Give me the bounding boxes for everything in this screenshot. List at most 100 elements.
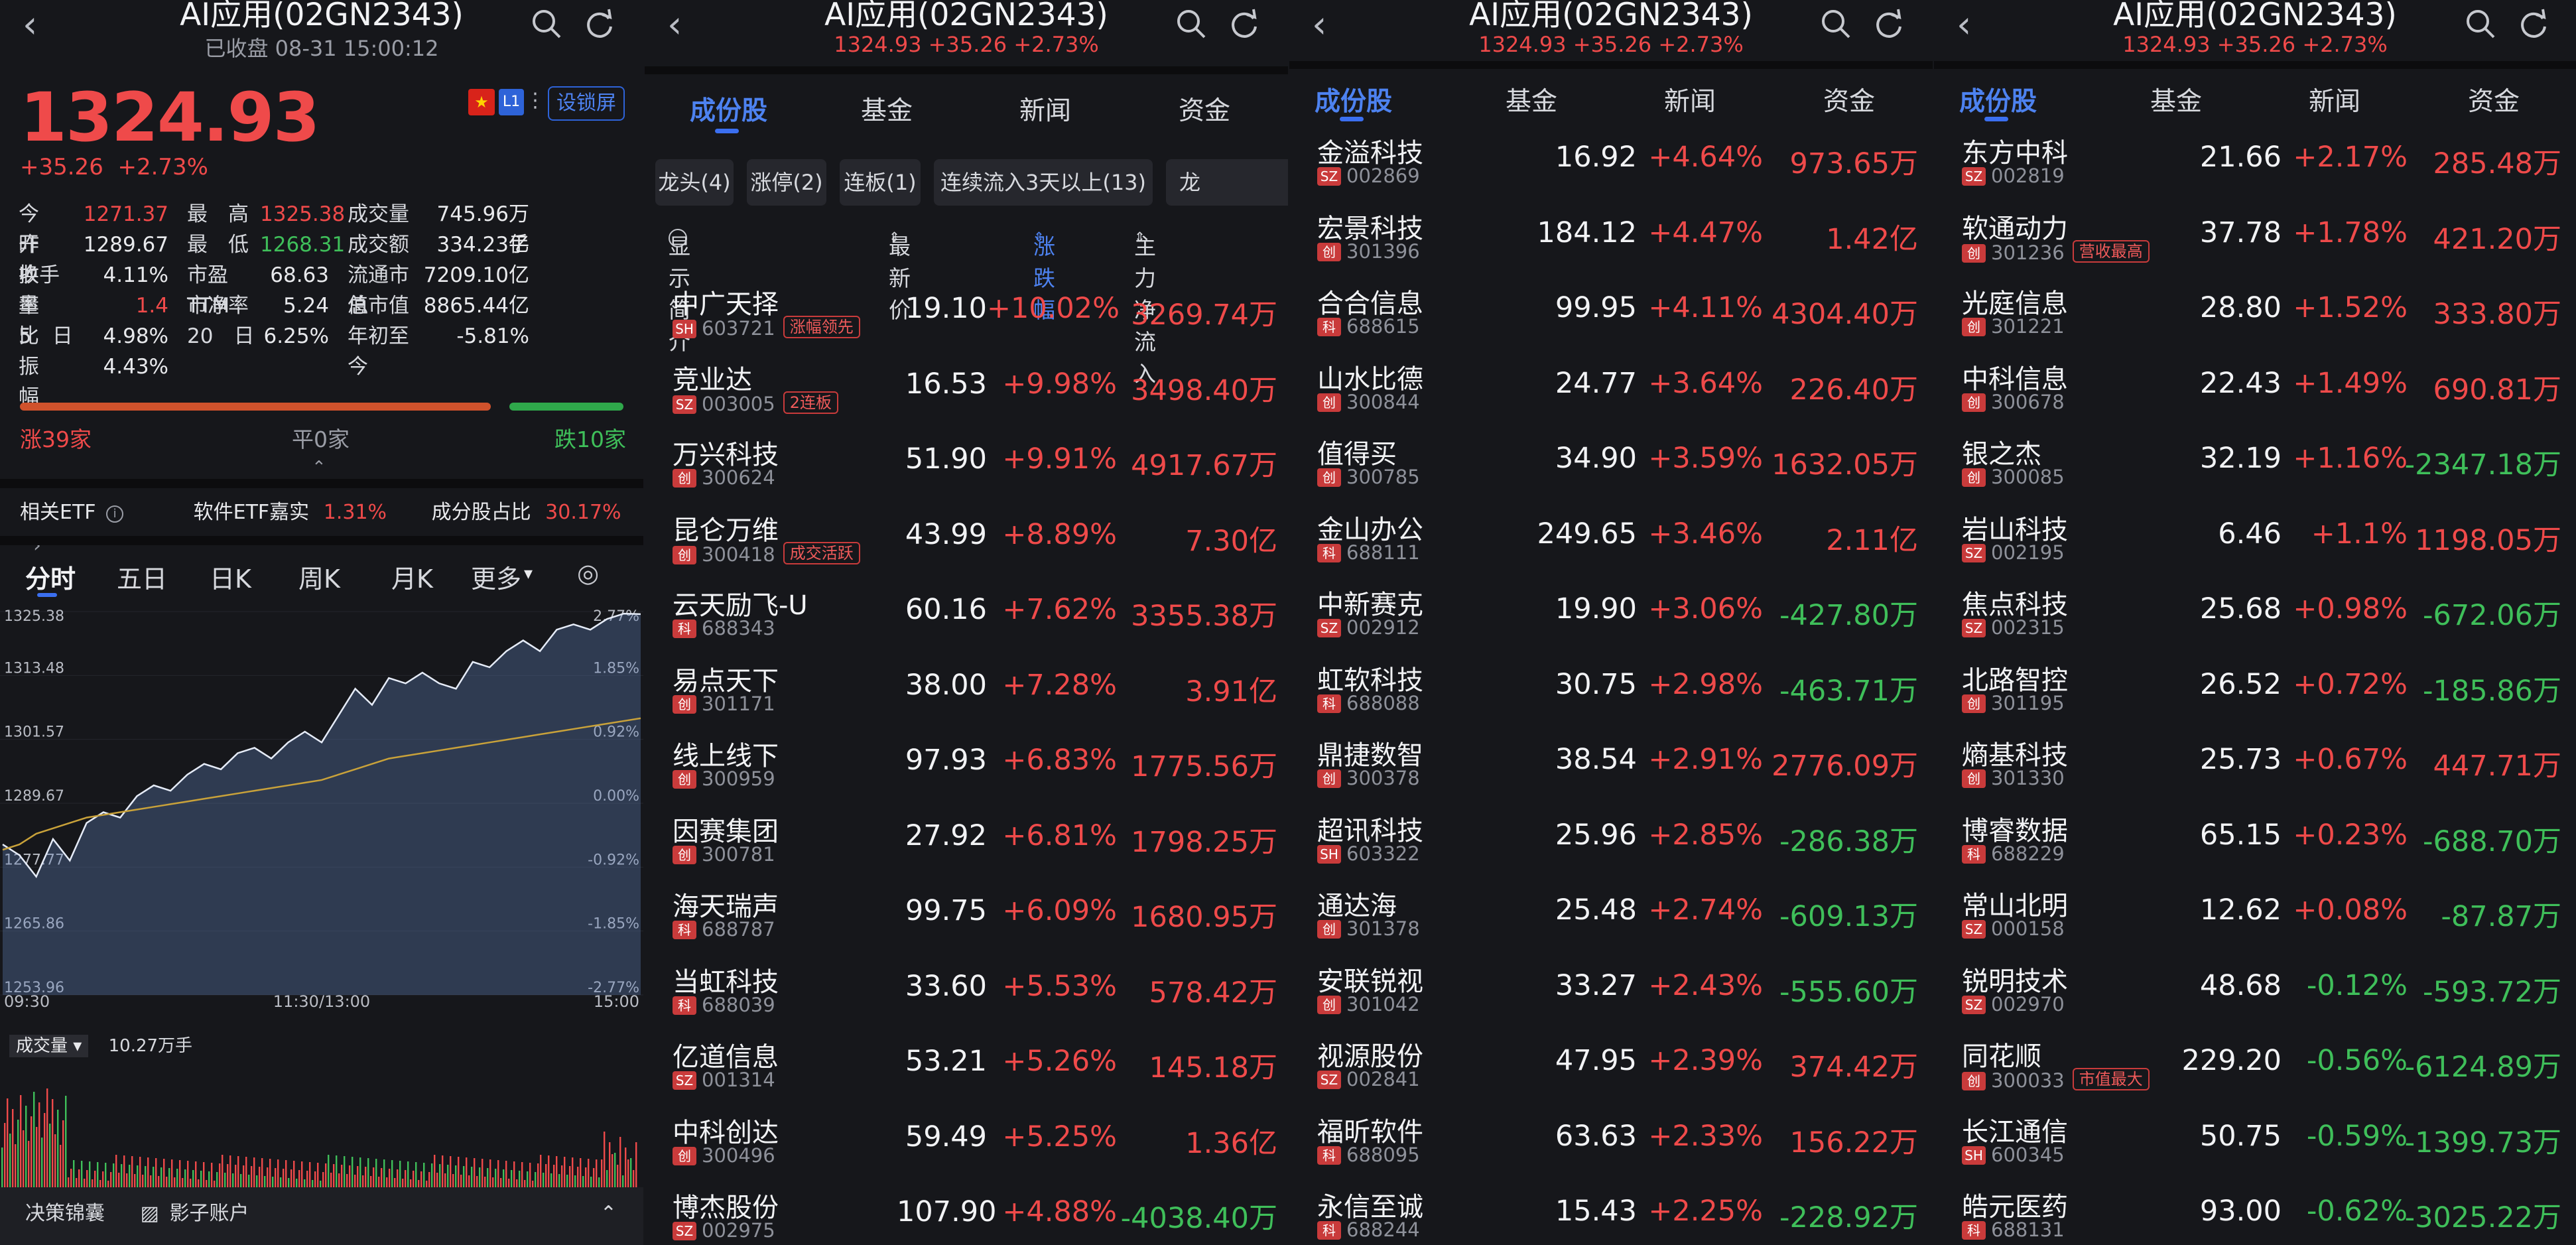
table-row[interactable]: 中科信息创 300678 22.43 +1.49% 690.81万: [1934, 352, 2576, 427]
table-row[interactable]: 锐明技术 SZ 002970 48.68 -0.12% -593.72万: [1934, 954, 2576, 1029]
table-row[interactable]: 博杰股份 SZ 002975 107.90 +4.88% -4038.40万: [645, 1181, 1288, 1245]
stock-code: 301330: [1991, 767, 2065, 789]
volume-bar: [362, 1175, 364, 1187]
tab-constituents[interactable]: 成份股: [1315, 81, 1392, 118]
table-row[interactable]: 竞业达 SZ 003005 2连板 16.53 +9.98% 3498.40万: [645, 353, 1288, 428]
table-row[interactable]: 中科创达创 300496 59.49 +5.25% 1.36亿: [645, 1106, 1288, 1181]
table-row[interactable]: 通达海创 301378 25.48 +2.74% -609.13万: [1289, 879, 1933, 954]
stock-main-flow: -555.60万: [1779, 975, 1918, 1009]
chip-limit-up[interactable]: 涨停(2): [747, 159, 826, 206]
tab-funds[interactable]: 基金: [2150, 81, 2202, 118]
table-row[interactable]: 博睿数据科 688229 65.15 +0.23% -688.70万: [1934, 804, 2576, 879]
table-row[interactable]: 东方中科 SZ 002819 21.66 +2.17% 285.48万: [1934, 126, 2576, 201]
stock-main-flow: 226.40万: [1789, 373, 1918, 407]
table-row[interactable]: 虹软科技科 688088 30.75 +2.98% -463.71万: [1289, 653, 1933, 728]
tab-constituents[interactable]: 成份股: [690, 90, 767, 127]
search-icon[interactable]: [1174, 7, 1208, 41]
table-row[interactable]: 值得买创 300785 34.90 +3.59% 1632.05万: [1289, 427, 1933, 502]
table-row[interactable]: 光庭信息创 301221 28.80 +1.52% 333.80万: [1934, 277, 2576, 352]
table-row[interactable]: 万兴科技创 300624 51.90 +9.91% 4917.67万: [645, 428, 1288, 503]
chart-settings-icon[interactable]: ◎: [577, 558, 599, 588]
intraday-chart[interactable]: 1325.38 2.77%1313.48 1.85%1301.57 0.92%1289…: [0, 597, 643, 1008]
table-row[interactable]: 当虹科技科 688039 33.60 +5.53% 578.42万: [645, 955, 1288, 1030]
chip-inflow-3days[interactable]: 连续流入3天以上(13): [934, 159, 1153, 206]
tab-capital[interactable]: 资金: [1179, 90, 1230, 127]
volume-bar: [76, 1178, 78, 1187]
table-row[interactable]: 银之杰创 300085 32.19 +1.16% -2347.18万: [1934, 427, 2576, 502]
table-row[interactable]: 安联锐视创 301042 33.27 +2.43% -555.60万: [1289, 954, 1933, 1029]
stock-main-flow: -286.38万: [1779, 824, 1918, 858]
info-icon[interactable]: i: [106, 505, 124, 523]
refresh-icon[interactable]: [1872, 7, 1906, 41]
table-row[interactable]: 焦点科技 SZ 002315 25.68 +0.98% -672.06万: [1934, 578, 2576, 653]
tab-news[interactable]: 新闻: [2309, 81, 2360, 118]
strategy-kit-link[interactable]: 决策锦囊: [25, 1202, 105, 1225]
refresh-icon[interactable]: [582, 7, 617, 41]
chart-tab[interactable]: 更多: [471, 558, 521, 595]
search-icon[interactable]: [529, 7, 564, 41]
chart-tab[interactable]: 月K: [391, 558, 433, 595]
table-row[interactable]: 鼎捷数智创 300378 38.54 +2.91% 2776.09万: [1289, 728, 1933, 803]
chart-tab[interactable]: 五日: [117, 558, 167, 595]
chip-consecutive[interactable]: 连板(1): [840, 159, 921, 206]
refresh-icon[interactable]: [2516, 7, 2551, 41]
chevron-down-icon[interactable]: ▾: [524, 564, 533, 584]
chart-tab[interactable]: 周K: [298, 558, 340, 595]
tab-funds[interactable]: 基金: [861, 90, 913, 127]
table-row[interactable]: 海天瑞声科 688787 99.75 +6.09% 1680.95万: [645, 880, 1288, 954]
table-row[interactable]: 因赛集团创 300781 27.92 +6.81% 1798.25万: [645, 805, 1288, 880]
stock-code: 688244: [1346, 1218, 1420, 1241]
tab-news[interactable]: 新闻: [1019, 90, 1071, 127]
table-row[interactable]: 岩山科技 SZ 002195 6.46 +1.1% 1198.05万: [1934, 503, 2576, 578]
market-badge: 创: [673, 770, 696, 789]
chevron-up-icon[interactable]: ⌃: [312, 458, 326, 478]
refresh-icon[interactable]: [1227, 7, 1261, 41]
table-row[interactable]: 亿道信息 SZ 001314 53.21 +5.26% 145.18万: [645, 1030, 1288, 1105]
table-row[interactable]: 长江通信 SH 600345 50.75 -0.59% -1399.73万: [1934, 1105, 2576, 1180]
table-row[interactable]: 中广天择 SH 603721 涨幅领先 19.10 +10.02% 3269.74万: [645, 277, 1288, 352]
table-row[interactable]: 线上线下创 300959 97.93 +6.83% 1775.56万: [645, 729, 1288, 804]
table-row[interactable]: 山水比德创 300844 24.77 +3.64% 226.40万: [1289, 352, 1933, 427]
chevron-up-icon[interactable]: ⌃: [600, 1187, 617, 1240]
table-row[interactable]: 金山办公科 688111 249.65 +3.46% 2.11亿: [1289, 503, 1933, 578]
table-row[interactable]: 软通动力创 301236 营收最高 37.78 +1.78% 421.20万: [1934, 202, 2576, 277]
table-row[interactable]: 同花顺创 300033 市值最大 229.20 -0.56% -6124.89万: [1934, 1029, 2576, 1104]
table-row[interactable]: 皓元医药科 688131 93.00 -0.62% -3025.22万: [1934, 1180, 2576, 1245]
search-icon[interactable]: [1819, 7, 1853, 41]
chart-tab[interactable]: 日K: [210, 558, 251, 595]
chip-more[interactable]: 龙: [1166, 159, 1288, 206]
shadow-account-link[interactable]: 影子账户: [169, 1202, 249, 1225]
more-dots-icon[interactable]: ⋮: [525, 89, 545, 112]
table-row[interactable]: 易点天下创 301171 38.00 +7.28% 3.91亿: [645, 654, 1288, 729]
table-row[interactable]: 熵基科技创 301330 25.73 +0.67% 447.71万: [1934, 728, 2576, 803]
tab-news[interactable]: 新闻: [1664, 81, 1716, 118]
table-row[interactable]: 宏景科技创 301396 184.12 +4.47% 1.42亿: [1289, 202, 1933, 277]
table-row[interactable]: 视源股份 SZ 002841 47.95 +2.39% 374.42万: [1289, 1029, 1933, 1104]
table-row[interactable]: 超讯科技 SH 603322 25.96 +2.85% -286.38万: [1289, 804, 1933, 879]
chart-tab[interactable]: 分时: [25, 558, 76, 595]
table-row[interactable]: 常山北明 SZ 000158 12.62 +0.08% -87.87万: [1934, 879, 2576, 954]
volume-bar: [118, 1173, 120, 1187]
volume-bar: [524, 1180, 526, 1187]
tab-constituents[interactable]: 成份股: [1959, 81, 2037, 118]
tab-funds[interactable]: 基金: [1506, 81, 1557, 118]
table-row[interactable]: 合合信息科 688615 99.95 +4.11% 4304.40万: [1289, 277, 1933, 352]
table-row[interactable]: 福昕软件科 688095 63.63 +2.33% 156.22万: [1289, 1105, 1933, 1180]
market-badge: 科: [1962, 1221, 1986, 1240]
table-row[interactable]: 永信至诚科 688244 15.43 +2.25% -228.92万: [1289, 1180, 1933, 1245]
table-row[interactable]: 云天励飞-U 科 688343 60.16 +7.62% 3355.38万: [645, 578, 1288, 653]
search-icon[interactable]: [2463, 7, 2498, 41]
volume-bar: [436, 1173, 438, 1187]
table-row[interactable]: 金溢科技 SZ 002869 16.92 +4.64% 973.65万: [1289, 126, 1933, 201]
stock-code-line: 创 300959: [673, 767, 775, 790]
lock-screen-button[interactable]: 设锁屏: [548, 86, 625, 121]
volume-bar: [359, 1157, 361, 1187]
tab-capital[interactable]: 资金: [1823, 81, 1875, 118]
etf-row[interactable]: 相关ETF i 软件ETF嘉实 1.31% 成分股占比 30.17% ›: [20, 496, 630, 557]
chip-leaders[interactable]: 龙头(4): [655, 159, 734, 206]
table-row[interactable]: 昆仑万维创 300418 成交活跃 43.99 +8.89% 7.30亿: [645, 503, 1288, 578]
table-row[interactable]: 中新赛克 SZ 002912 19.90 +3.06% -427.80万: [1289, 578, 1933, 653]
tab-capital[interactable]: 资金: [2468, 81, 2520, 118]
table-row[interactable]: 北路智控创 301195 26.52 +0.72% -185.86万: [1934, 653, 2576, 728]
volume-bar: [492, 1177, 494, 1187]
